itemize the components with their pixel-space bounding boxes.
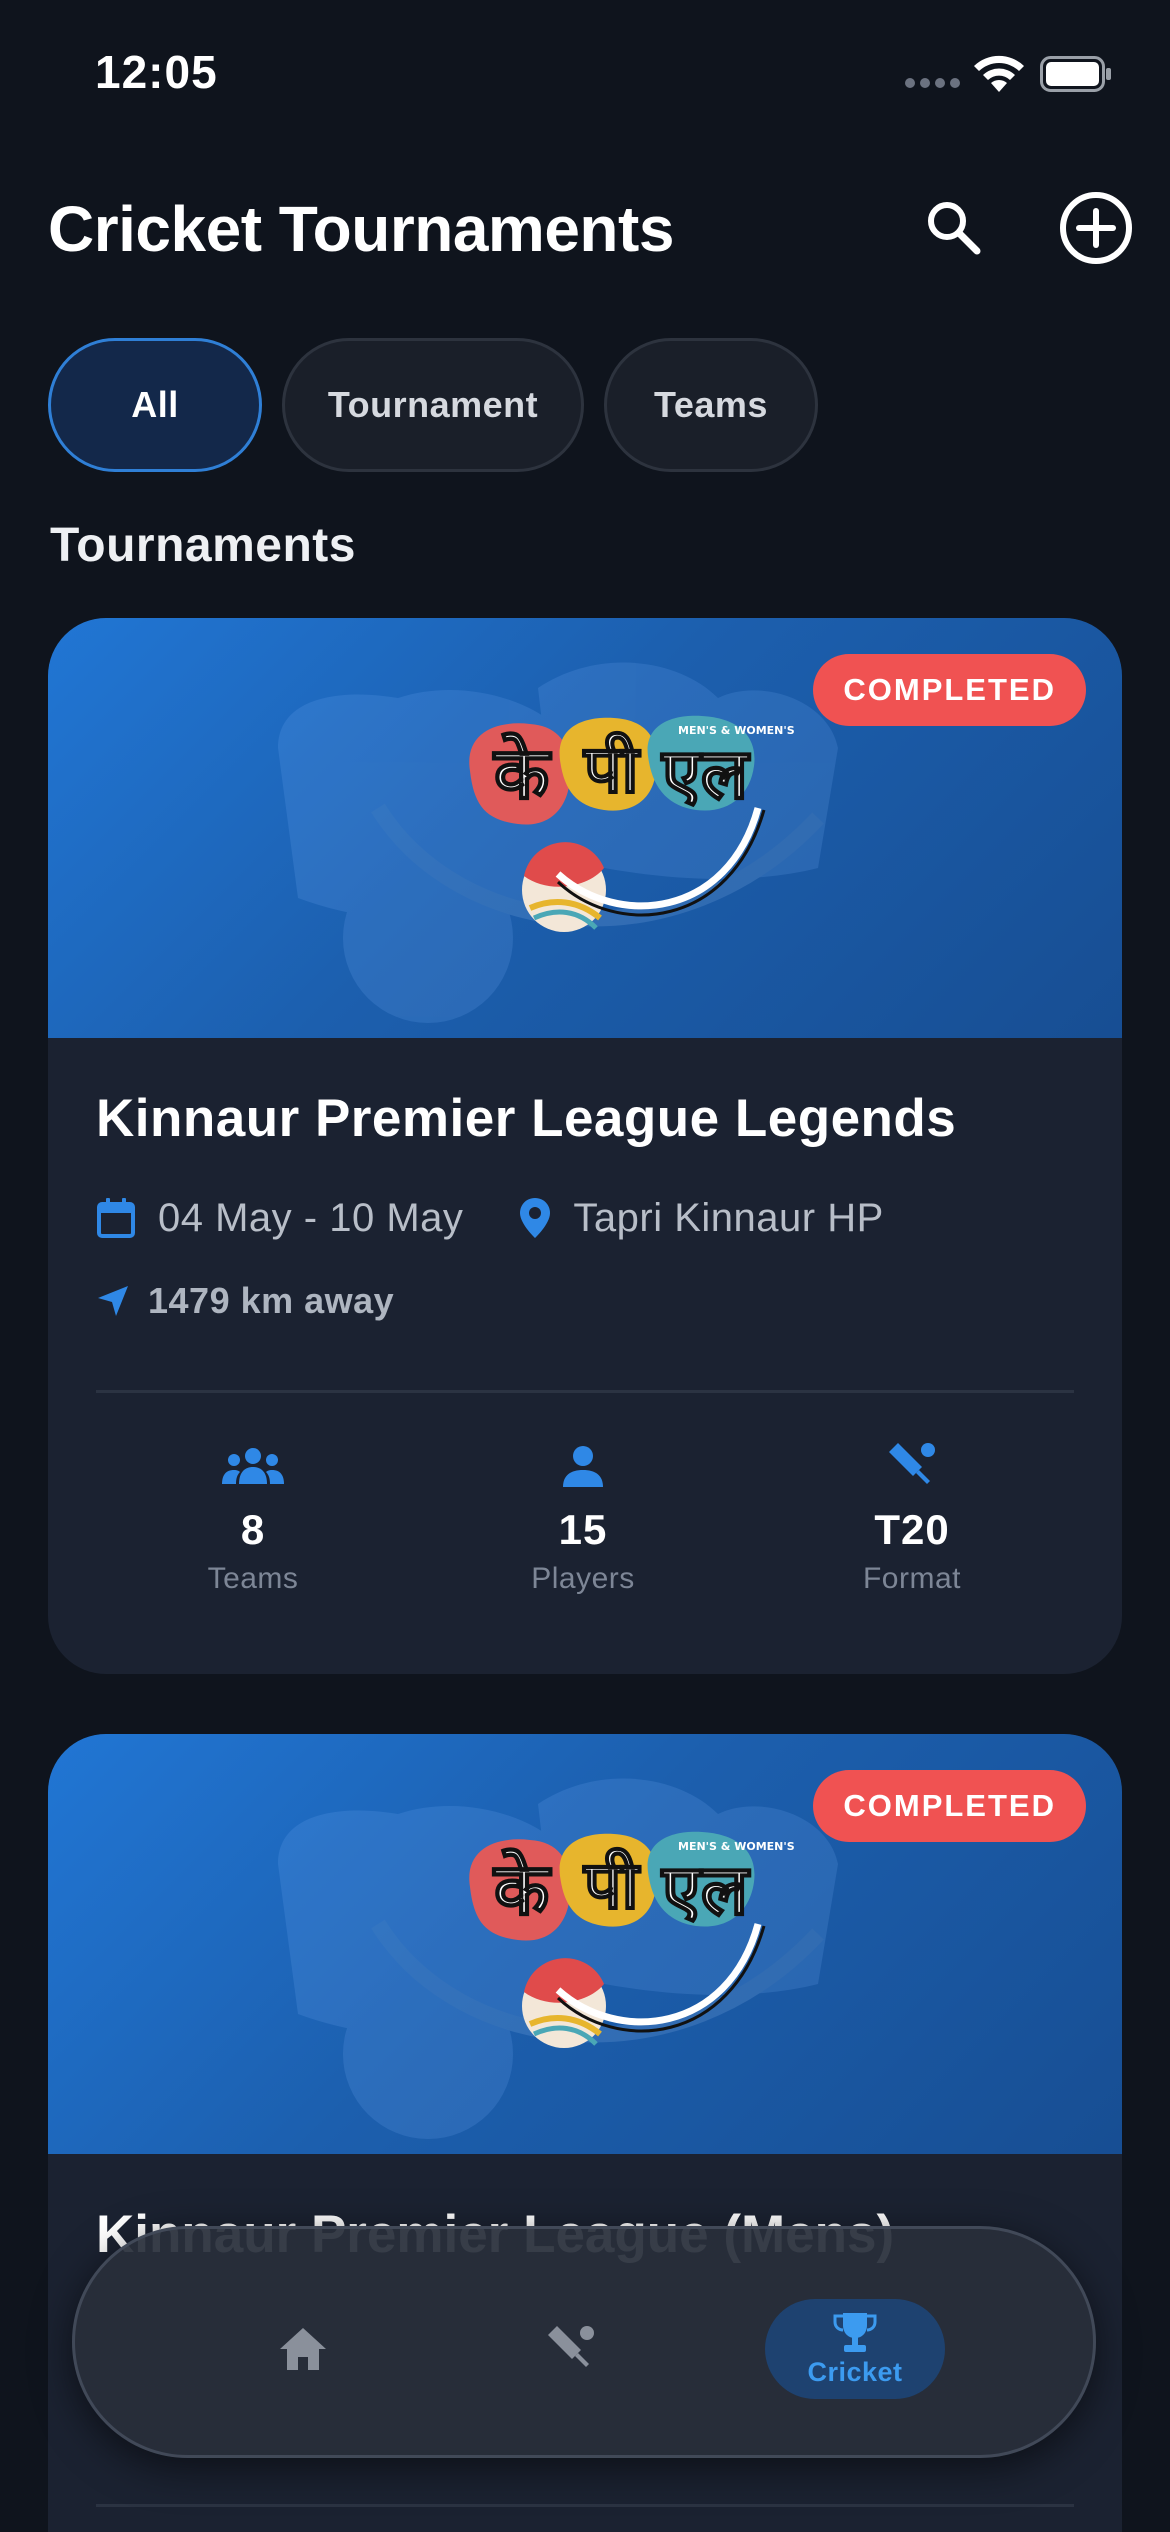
nav-label: Cricket bbox=[807, 2356, 903, 2387]
battery-icon bbox=[1040, 56, 1111, 92]
status-badge: COMPLETED bbox=[813, 654, 1086, 726]
divider bbox=[96, 1390, 1074, 1393]
date-range: 04 May - 10 May bbox=[96, 1196, 463, 1241]
stat-label: Teams bbox=[207, 1562, 299, 1595]
stat-value: 15 bbox=[558, 1506, 608, 1553]
add-circle-icon bbox=[1060, 192, 1132, 264]
cricket-bat-icon bbox=[548, 2326, 594, 2367]
distance: 1479 km away bbox=[96, 1278, 394, 1324]
add-tournament-button[interactable] bbox=[1056, 188, 1136, 268]
filter-chip-all[interactable]: All bbox=[48, 338, 262, 472]
logo-subtitle: MEN'S & WOMEN'S bbox=[678, 724, 795, 737]
location-text: Tapri Kinnaur HP bbox=[573, 1195, 884, 1240]
tournament-banner: के पी एल MEN'S & WOMEN'S COMPLETED bbox=[48, 1734, 1122, 2154]
league-logo: के पी एल MEN'S & WOMEN'S bbox=[278, 662, 838, 1023]
logo-letter: एल bbox=[660, 733, 751, 815]
page-title: Cricket Tournaments bbox=[48, 193, 674, 265]
cricket-bat-icon bbox=[889, 1443, 935, 1484]
divider bbox=[96, 2504, 1074, 2507]
search-button[interactable] bbox=[918, 192, 988, 262]
status-time: 12:05 bbox=[95, 46, 218, 98]
section-title: Tournaments bbox=[50, 519, 356, 572]
nav-cricket[interactable]: Cricket bbox=[765, 2299, 945, 2399]
wifi-icon bbox=[974, 55, 1024, 92]
app-header: Cricket Tournaments bbox=[0, 170, 1170, 280]
signal-icon bbox=[905, 78, 960, 88]
tournament-title: Kinnaur Premier League Legends bbox=[96, 1089, 957, 1148]
nav-home[interactable] bbox=[213, 2299, 393, 2399]
card-body: Kinnaur Premier League Legends 04 May - … bbox=[48, 1038, 1122, 1674]
group-icon bbox=[222, 1448, 284, 1484]
logo-subtitle: MEN'S & WOMEN'S bbox=[678, 1840, 795, 1853]
search-icon bbox=[928, 202, 981, 255]
logo-letter: एल bbox=[660, 1849, 751, 1931]
location-pin-icon bbox=[520, 1198, 551, 1238]
stat-value: 8 bbox=[240, 1506, 266, 1553]
filter-chip-teams[interactable]: Teams bbox=[604, 338, 818, 472]
distance-text: 1479 km away bbox=[148, 1280, 395, 1321]
tournament-banner: के पी एल MEN'S & WOMEN'S COMPLETED bbox=[48, 618, 1122, 1038]
logo-letter: के bbox=[492, 1847, 552, 1931]
stat-value: T20 bbox=[874, 1506, 950, 1553]
stat-format: T20 Format bbox=[782, 1438, 1042, 1596]
logo-letter: पी bbox=[582, 1847, 641, 1924]
stat-players: 15 Players bbox=[453, 1438, 713, 1596]
nav-matches[interactable] bbox=[481, 2299, 661, 2399]
tournament-stats: 8 Teams 15 Players T20 Format bbox=[48, 1438, 1122, 1608]
date-range-text: 04 May - 10 May bbox=[158, 1195, 464, 1240]
location: Tapri Kinnaur HP bbox=[519, 1196, 883, 1241]
logo-letter: पी bbox=[582, 731, 641, 808]
filter-chip-tournament[interactable]: Tournament bbox=[282, 338, 584, 472]
logo-letter: के bbox=[492, 731, 552, 815]
status-bar: 12:05 bbox=[0, 0, 1170, 140]
home-icon bbox=[280, 2328, 326, 2370]
tournament-card[interactable]: के पी एल MEN'S & WOMEN'S COMPLETED Kinna… bbox=[48, 618, 1122, 1674]
meta-row: 04 May - 10 May Tapri Kinnaur HP bbox=[96, 1193, 940, 1243]
league-logo: के पी एल MEN'S & WOMEN'S bbox=[278, 1778, 838, 2139]
trophy-icon bbox=[833, 2312, 877, 2352]
navigation-arrow-icon bbox=[98, 1286, 128, 1316]
stat-label: Players bbox=[531, 1562, 635, 1595]
status-badge: COMPLETED bbox=[813, 1770, 1086, 1842]
stat-teams: 8 Teams bbox=[123, 1438, 383, 1596]
calendar-icon bbox=[97, 1198, 135, 1238]
stat-label: Format bbox=[862, 1562, 961, 1595]
bottom-nav: Cricket bbox=[72, 2226, 1096, 2458]
person-icon bbox=[563, 1446, 603, 1487]
